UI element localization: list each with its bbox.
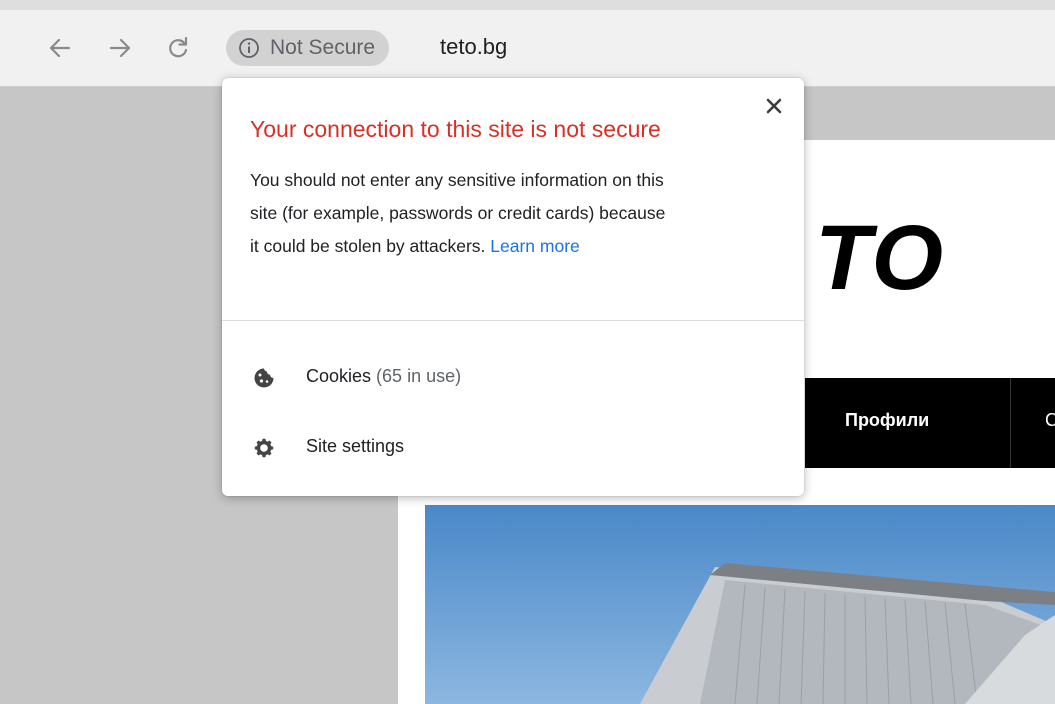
nav-item-profiles[interactable]: Профили bbox=[845, 410, 929, 431]
learn-more-link[interactable]: Learn more bbox=[490, 236, 580, 256]
address-bar[interactable]: Not Secure teto.bg bbox=[218, 28, 1055, 68]
hero-building-illustration bbox=[425, 505, 1055, 704]
body-line-3: it could be stolen by attackers. bbox=[250, 236, 486, 256]
not-secure-chip[interactable]: Not Secure bbox=[226, 30, 390, 66]
gear-icon bbox=[254, 438, 274, 458]
cookies-label: Cookies bbox=[306, 366, 372, 386]
browser-toolbar: Not Secure teto.bg bbox=[0, 10, 1055, 87]
window-top-strip bbox=[0, 0, 1055, 10]
nav-divider bbox=[1010, 378, 1011, 468]
info-icon bbox=[239, 38, 259, 58]
site-nav-bar: Профили С bbox=[805, 378, 1055, 468]
popup-body: You should not enter any sensitive infor… bbox=[250, 164, 790, 263]
close-icon bbox=[766, 98, 782, 114]
cookies-row[interactable]: Cookies (65 in use) bbox=[222, 353, 804, 403]
popup-divider bbox=[222, 320, 804, 321]
forward-arrow-icon bbox=[109, 38, 131, 58]
cookies-count: (65 in use) bbox=[376, 366, 462, 386]
nav-item-next[interactable]: С bbox=[1045, 410, 1055, 431]
hero-image bbox=[425, 505, 1055, 704]
body-line-2: site (for example, passwords or credit c… bbox=[250, 203, 666, 223]
body-line-1: You should not enter any sensitive infor… bbox=[250, 170, 664, 190]
site-logo[interactable]: TO bbox=[815, 206, 945, 311]
popup-title: Your connection to this site is not secu… bbox=[250, 116, 661, 142]
url-text[interactable]: teto.bg bbox=[440, 34, 507, 60]
site-settings-row[interactable]: Site settings bbox=[222, 423, 804, 473]
cookies-text: Cookies (65 in use) bbox=[306, 366, 461, 387]
cookie-icon bbox=[254, 368, 274, 388]
back-button[interactable] bbox=[44, 32, 76, 64]
security-label: Not Secure bbox=[270, 36, 376, 59]
site-settings-label: Site settings bbox=[306, 436, 405, 456]
close-button[interactable] bbox=[760, 92, 788, 120]
body-line-3-wrap: it could be stolen by attackers. Learn m… bbox=[250, 230, 790, 263]
connection-info-popup: Your connection to this site is not secu… bbox=[222, 78, 804, 496]
forward-button[interactable] bbox=[104, 32, 136, 64]
reload-button[interactable] bbox=[162, 32, 194, 64]
back-arrow-icon bbox=[49, 38, 71, 58]
reload-icon bbox=[169, 36, 188, 58]
